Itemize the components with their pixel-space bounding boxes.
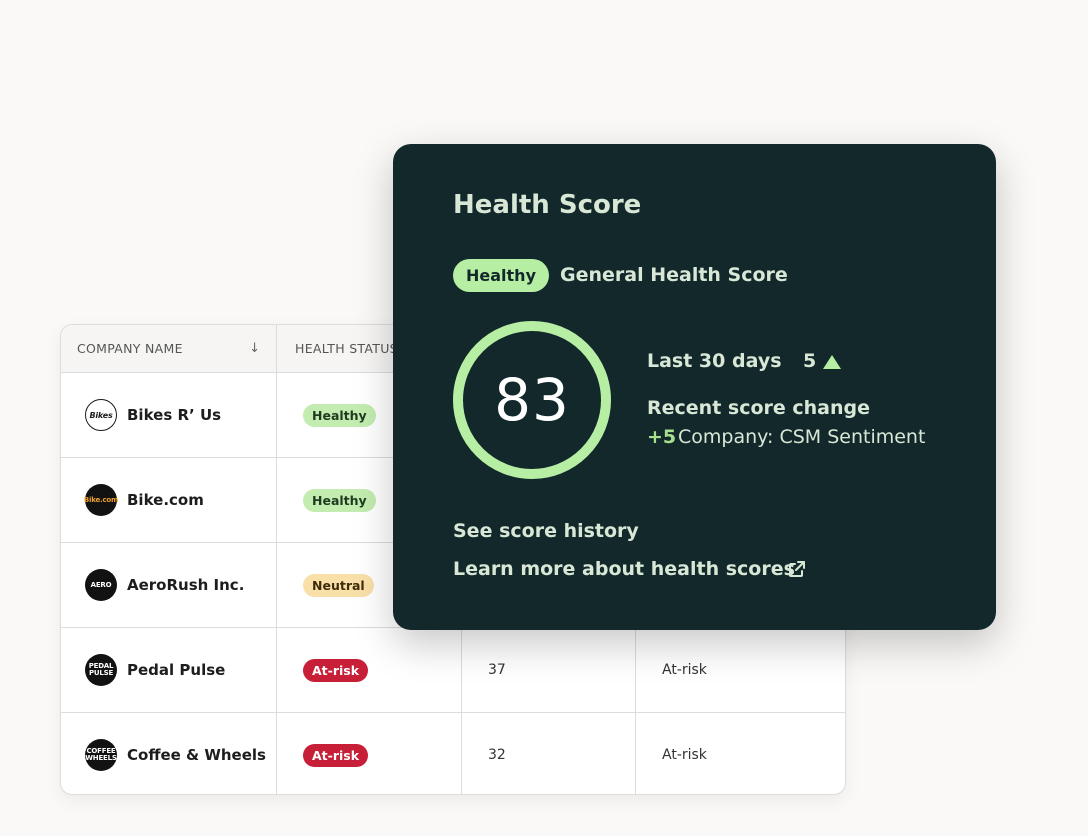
period-change-value: 5 [803, 350, 817, 372]
score-label-cell: At-risk [635, 713, 845, 794]
health-status-cell: At-risk [276, 628, 461, 712]
status-badge[interactable]: Healthy [303, 403, 376, 427]
external-link-icon[interactable] [787, 559, 807, 579]
column-header-company-name[interactable]: COMPANY NAME ↓ [61, 325, 276, 372]
sort-down-icon[interactable]: ↓ [249, 341, 260, 356]
company-logo: Bike.com [84, 484, 118, 516]
period-label: Last 30 days [647, 350, 782, 372]
triangle-up-icon [823, 355, 841, 369]
company-name[interactable]: Bikes R’ Us [127, 406, 221, 424]
see-score-history-link[interactable]: See score history [453, 520, 639, 542]
company-name[interactable]: Pedal Pulse [127, 661, 225, 679]
health-status-cell: At-risk [276, 713, 461, 794]
status-badge[interactable]: At-risk [303, 658, 369, 682]
status-badge[interactable]: Neutral [303, 573, 374, 597]
company-cell: COFFEE WHEELS Coffee & Wheels [61, 713, 276, 794]
score-cell: 37 [461, 628, 635, 712]
company-cell: Bikes Bikes R’ Us [61, 373, 276, 457]
score-label-cell: At-risk [635, 628, 845, 712]
score-value: 83 [494, 366, 570, 434]
company-logo: AERO [85, 569, 117, 601]
learn-more-link[interactable]: Learn more about health scores [453, 558, 795, 580]
recent-change-delta: +5 [647, 426, 677, 448]
company-logo: COFFEE WHEELS [85, 739, 117, 771]
score-value: 37 [488, 662, 506, 678]
company-cell: AERO AeroRush Inc. [61, 543, 276, 627]
company-name[interactable]: Bike.com [127, 491, 204, 509]
status-badge[interactable]: Healthy [303, 488, 376, 512]
column-header-label: HEALTH STATUS [295, 341, 398, 356]
company-name[interactable]: Coffee & Wheels [127, 746, 266, 764]
company-cell: PEDAL PULSE Pedal Pulse [61, 628, 276, 712]
score-type-label: General Health Score [560, 264, 788, 286]
health-score-popover: Health Score Healthy General Health Scor… [393, 144, 996, 630]
score-label: At-risk [662, 662, 707, 678]
score-value: 32 [488, 747, 506, 763]
company-logo: Bikes [85, 399, 117, 431]
score-label: At-risk [662, 747, 707, 763]
column-header-label: COMPANY NAME [77, 341, 183, 356]
company-logo: PEDAL PULSE [85, 654, 117, 686]
popover-title: Health Score [453, 190, 642, 220]
recent-change-label: Recent score change [647, 397, 871, 419]
company-name[interactable]: AeroRush Inc. [127, 576, 244, 594]
score-ring: 83 [451, 319, 613, 481]
status-badge[interactable]: At-risk [303, 743, 369, 767]
recent-change-description: Company: CSM Sentiment [678, 426, 926, 448]
status-badge: Healthy [453, 259, 549, 292]
table-row[interactable]: PEDAL PULSE Pedal Pulse At-risk 37 At-ri… [61, 628, 845, 713]
company-cell: Bike.com Bike.com [61, 458, 276, 542]
table-row[interactable]: COFFEE WHEELS Coffee & Wheels At-risk 32… [61, 713, 845, 794]
score-cell: 32 [461, 713, 635, 794]
